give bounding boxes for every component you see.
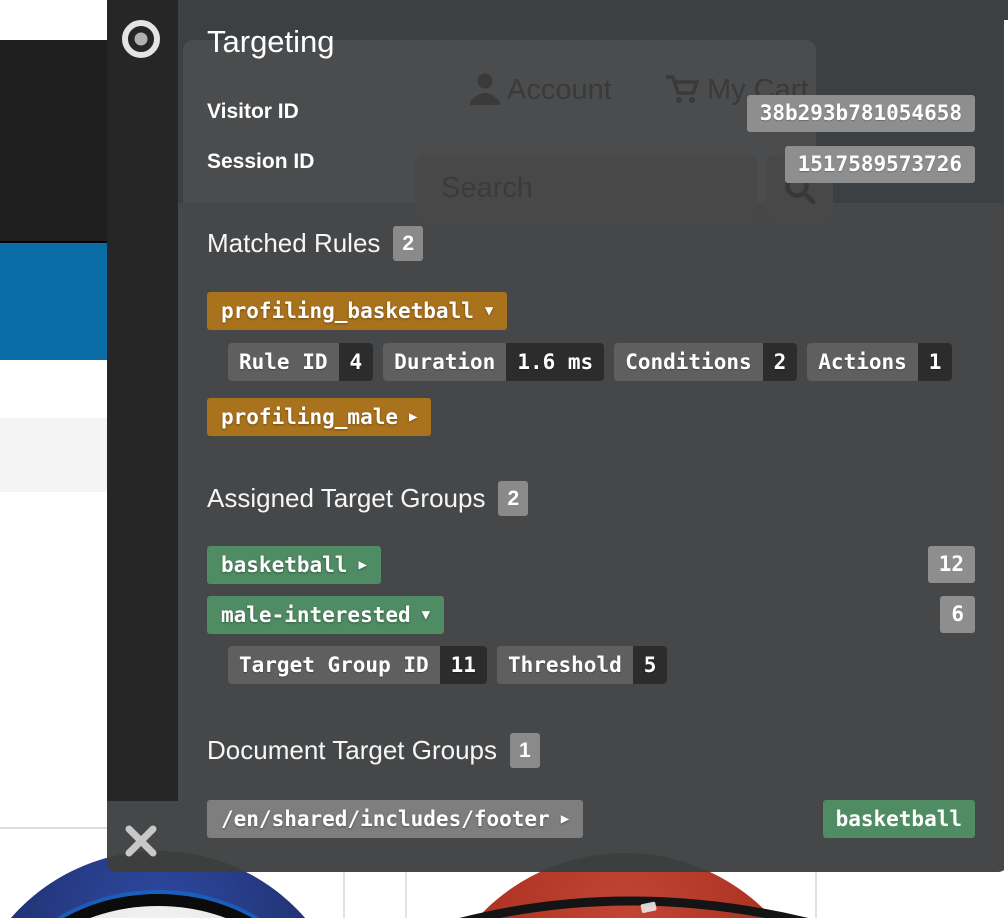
product-grid-line	[405, 872, 407, 918]
assigned-target-groups-heading: Assigned Target Groups 2	[207, 481, 528, 516]
collapse-triangle-icon: ▼	[485, 303, 493, 319]
product-grid-line	[0, 827, 107, 829]
target-group-id-badge: Target Group ID 11	[228, 646, 487, 684]
rule-id-badge: Rule ID 4	[228, 343, 373, 381]
group-basketball-score: 12	[928, 546, 975, 583]
panel-title: Targeting	[207, 24, 335, 60]
conditions-badge: Conditions 2	[614, 343, 797, 381]
document-target-groups-heading: Document Target Groups 1	[207, 733, 540, 768]
debug-sidebar	[107, 0, 178, 801]
expand-triangle-icon: ▶	[561, 811, 569, 827]
expand-triangle-icon: ▶	[358, 557, 366, 573]
actions-badge: Actions 1	[807, 343, 952, 381]
duration-badge: Duration 1.6 ms	[383, 343, 604, 381]
panel-content: Targeting Visitor ID 38b293b781054658 Se…	[178, 0, 1008, 872]
rule-profiling-male-button[interactable]: profiling_male ▶	[207, 398, 431, 436]
collapse-triangle-icon: ▼	[422, 607, 430, 623]
threshold-badge: Threshold 5	[497, 646, 667, 684]
document-path: /en/shared/includes/footer	[221, 807, 550, 831]
document-footer-path-button[interactable]: /en/shared/includes/footer ▶	[207, 800, 583, 838]
page-header-block	[0, 40, 107, 241]
assigned-target-groups-title: Assigned Target Groups	[207, 483, 485, 514]
session-id-label: Session ID	[207, 150, 314, 174]
matched-rules-heading: Matched Rules 2	[207, 226, 423, 261]
matched-rules-title: Matched Rules	[207, 228, 380, 259]
rule-details-row: Rule ID 4 Duration 1.6 ms Conditions 2 A…	[228, 343, 952, 381]
group-basketball-button[interactable]: basketball ▶	[207, 546, 381, 584]
rule-name: profiling_basketball	[221, 299, 474, 323]
document-target-groups-title: Document Target Groups	[207, 735, 497, 766]
visitor-id-value: 38b293b781054658	[747, 95, 975, 132]
group-details-row: Target Group ID 11 Threshold 5	[228, 646, 667, 684]
rule-name: profiling_male	[221, 405, 398, 429]
expand-triangle-icon: ▶	[409, 409, 417, 425]
targeting-bullseye-icon[interactable]	[119, 17, 163, 61]
assigned-target-groups-count: 2	[498, 481, 528, 516]
group-name: male-interested	[221, 603, 411, 627]
group-male-interested-score: 6	[940, 596, 975, 633]
rule-profiling-basketball-button[interactable]: profiling_basketball ▼	[207, 292, 507, 330]
document-target-groups-count: 1	[510, 733, 540, 768]
document-group-basketball-badge: basketball	[823, 800, 975, 838]
group-male-interested-button[interactable]: male-interested ▼	[207, 596, 444, 634]
targeting-debug-panel: Account My Cart Search Targeting Visitor…	[107, 0, 1008, 872]
page-gray-block	[0, 418, 107, 492]
session-id-value: 1517589573726	[785, 146, 975, 183]
page-hero-blue-block	[0, 243, 107, 360]
matched-rules-count: 2	[393, 226, 423, 261]
visitor-id-label: Visitor ID	[207, 100, 299, 124]
group-name: basketball	[221, 553, 347, 577]
close-icon[interactable]	[122, 822, 160, 860]
page-scrollbar-strip	[1004, 20, 1008, 918]
